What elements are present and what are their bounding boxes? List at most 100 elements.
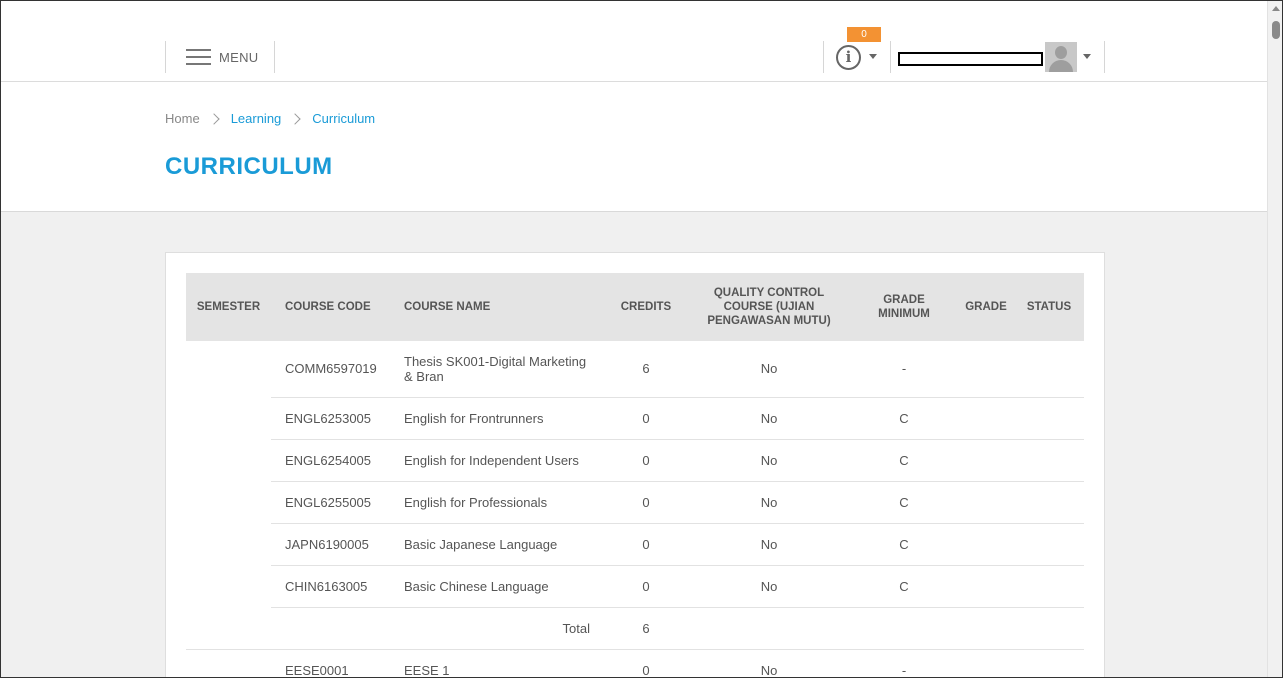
- notifications-button[interactable]: i: [823, 41, 891, 73]
- total-label: Total: [186, 607, 604, 650]
- total-row: Total 6: [186, 607, 1084, 650]
- table-row: COMM6597019 Thesis SK001-Digital Marketi…: [186, 341, 1084, 398]
- user-menu-button[interactable]: [891, 41, 1105, 73]
- breadcrumb-learning[interactable]: Learning: [231, 111, 282, 126]
- cell-course-code: COMM6597019: [271, 341, 390, 398]
- cell-grade-minimum: C: [850, 523, 958, 566]
- table-header-row: SEMESTER COURSE CODE COURSE NAME CREDITS…: [186, 273, 1084, 341]
- cell-credits: 6: [604, 341, 688, 398]
- cell-semester: [186, 649, 271, 677]
- cell-quality-control: No: [688, 439, 850, 482]
- cell-semester: [186, 481, 271, 523]
- cell-quality-control: No: [688, 523, 850, 566]
- breadcrumb: Home Learning Curriculum: [165, 111, 375, 126]
- notification-badge: 0: [847, 27, 881, 42]
- cell-course-code: ENGL6254005: [271, 439, 390, 482]
- info-icon: i: [836, 45, 861, 70]
- cell-semester: [186, 523, 271, 565]
- cell-credits: 0: [604, 439, 688, 482]
- cell-grade: [958, 565, 1014, 608]
- cell-status: [1014, 341, 1084, 398]
- table-row: ENGL6255005 English for Professionals 0 …: [186, 481, 1084, 524]
- hamburger-icon: [186, 47, 211, 67]
- cell-grade-minimum: C: [850, 565, 958, 608]
- cell-grade-minimum: -: [850, 341, 958, 398]
- cell-course-name: Basic Chinese Language: [390, 565, 604, 608]
- header-course-code: COURSE CODE: [271, 273, 390, 341]
- cell-semester: [186, 341, 271, 397]
- cell-course-name: English for Professionals: [390, 481, 604, 524]
- cell-grade-minimum: C: [850, 481, 958, 524]
- chevron-right-icon: [289, 112, 301, 125]
- cell-status: [1014, 439, 1084, 482]
- cell-quality-control: No: [688, 565, 850, 608]
- total-credits: 6: [604, 607, 688, 650]
- cell-grade: [958, 341, 1014, 398]
- chevron-right-icon: [208, 112, 220, 125]
- table-row: ENGL6254005 English for Independent User…: [186, 439, 1084, 482]
- cell-semester: [186, 397, 271, 439]
- header-semester: SEMESTER: [186, 273, 271, 341]
- cell-semester: [186, 565, 271, 607]
- cell-status: [1014, 523, 1084, 566]
- cell-grade-minimum: C: [850, 439, 958, 482]
- header-status: STATUS: [1014, 273, 1084, 341]
- header-credits: CREDITS: [604, 273, 688, 341]
- chevron-down-icon: [869, 54, 877, 59]
- cell-credits: 0: [604, 649, 688, 677]
- header-grade: GRADE: [958, 273, 1014, 341]
- cell-status: [1014, 565, 1084, 608]
- cell-course-name: Thesis SK001-Digital Marketing & Bran: [390, 341, 604, 398]
- cell-status: [1014, 649, 1084, 677]
- cell-grade: [958, 481, 1014, 524]
- cell-credits: 0: [604, 565, 688, 608]
- vertical-scrollbar[interactable]: [1267, 1, 1282, 677]
- table-row: JAPN6190005 Basic Japanese Language 0 No…: [186, 523, 1084, 566]
- cell-status: [1014, 397, 1084, 440]
- cell-course-code: ENGL6255005: [271, 481, 390, 524]
- cell-credits: 0: [604, 523, 688, 566]
- cell-course-code: ENGL6253005: [271, 397, 390, 440]
- cell-quality-control: No: [688, 649, 850, 677]
- cell-semester: [186, 439, 271, 481]
- cell-course-code: CHIN6163005: [271, 565, 390, 608]
- cell-quality-control: No: [688, 397, 850, 440]
- table-row: CHIN6163005 Basic Chinese Language 0 No …: [186, 565, 1084, 608]
- scroll-up-arrow-icon[interactable]: [1272, 6, 1280, 11]
- chevron-down-icon: [1083, 54, 1091, 59]
- cell-credits: 0: [604, 397, 688, 440]
- avatar: [1045, 42, 1077, 72]
- curriculum-table: SEMESTER COURSE CODE COURSE NAME CREDITS…: [186, 273, 1084, 677]
- cell-course-name: English for Independent Users: [390, 439, 604, 482]
- cell-status: [1014, 481, 1084, 524]
- cell-grade: [958, 523, 1014, 566]
- table-row: ENGL6253005 English for Frontrunners 0 N…: [186, 397, 1084, 440]
- header-quality-control: QUALITY CONTROL COURSE (UJIAN PENGAWASAN…: [688, 273, 850, 341]
- top-navbar: MENU 0 i: [1, 1, 1267, 82]
- cell-quality-control: No: [688, 341, 850, 398]
- curriculum-card: SEMESTER COURSE CODE COURSE NAME CREDITS…: [165, 252, 1105, 677]
- cell-quality-control: No: [688, 481, 850, 524]
- cell-course-name: EESE 1: [390, 649, 604, 677]
- cell-course-code: JAPN6190005: [271, 523, 390, 566]
- cell-grade: [958, 439, 1014, 482]
- cell-grade-minimum: C: [850, 397, 958, 440]
- cell-grade: [958, 649, 1014, 677]
- header-course-name: COURSE NAME: [390, 273, 604, 341]
- table-row: EESE0001 EESE 1 0 No -: [186, 649, 1084, 677]
- app-window: MENU 0 i Home Learning Curriculum CURRIC…: [0, 0, 1283, 678]
- page-title: CURRICULUM: [165, 153, 333, 180]
- cell-course-code: EESE0001: [271, 649, 390, 677]
- cell-course-name: English for Frontrunners: [390, 397, 604, 440]
- redacted-user-name: [898, 52, 1043, 66]
- cell-grade: [958, 397, 1014, 440]
- scrollbar-thumb[interactable]: [1272, 21, 1280, 39]
- menu-label: MENU: [219, 49, 259, 65]
- cell-credits: 0: [604, 481, 688, 524]
- menu-button[interactable]: MENU: [165, 41, 275, 73]
- cell-grade-minimum: -: [850, 649, 958, 677]
- breadcrumb-curriculum[interactable]: Curriculum: [312, 111, 375, 126]
- header-grade-minimum: GRADE MINIMUM: [850, 273, 958, 341]
- cell-course-name: Basic Japanese Language: [390, 523, 604, 566]
- breadcrumb-home[interactable]: Home: [165, 111, 200, 126]
